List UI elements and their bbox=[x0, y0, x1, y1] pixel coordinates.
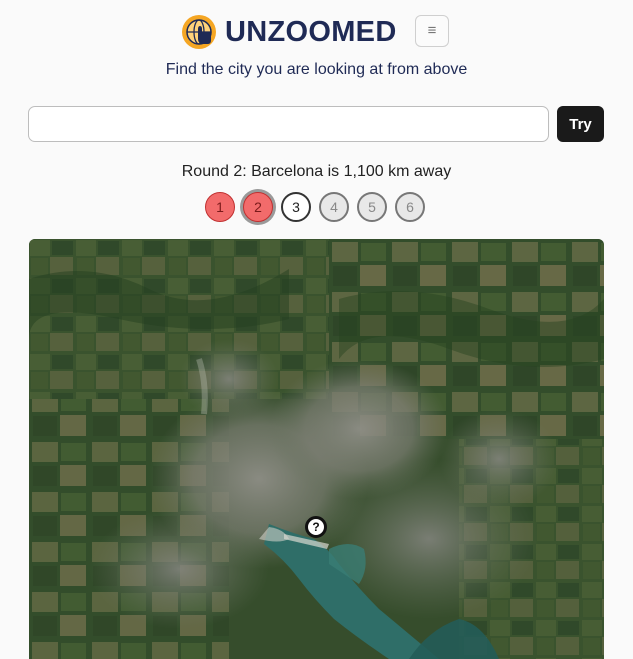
menu-button[interactable]: ≡ bbox=[415, 15, 449, 47]
page: UNZOOMED ≡ Find the city you are looking… bbox=[0, 0, 633, 659]
round-dot-1[interactable]: 1 bbox=[205, 192, 235, 222]
satellite-image bbox=[29, 239, 604, 659]
round-dot-5[interactable]: 5 bbox=[357, 192, 387, 222]
round-dot-6[interactable]: 6 bbox=[395, 192, 425, 222]
satellite-map[interactable]: ? bbox=[29, 239, 604, 659]
hamburger-icon: ≡ bbox=[427, 22, 437, 39]
brand-title: UNZOOMED bbox=[225, 16, 397, 48]
round-dot-4[interactable]: 4 bbox=[319, 192, 349, 222]
tagline: Find the city you are looking at from ab… bbox=[165, 61, 468, 78]
header: UNZOOMED ≡ bbox=[0, 13, 633, 53]
globe-hand-icon bbox=[182, 15, 216, 49]
round-status: Round 2: Barcelona is 1,100 km away bbox=[181, 163, 452, 180]
city-guess-input[interactable] bbox=[28, 106, 549, 142]
try-button[interactable]: Try bbox=[557, 106, 604, 142]
round-dot-3[interactable]: 3 bbox=[281, 192, 311, 222]
round-dot-2[interactable]: 2 bbox=[243, 192, 273, 222]
question-marker-icon[interactable]: ? bbox=[305, 516, 327, 538]
